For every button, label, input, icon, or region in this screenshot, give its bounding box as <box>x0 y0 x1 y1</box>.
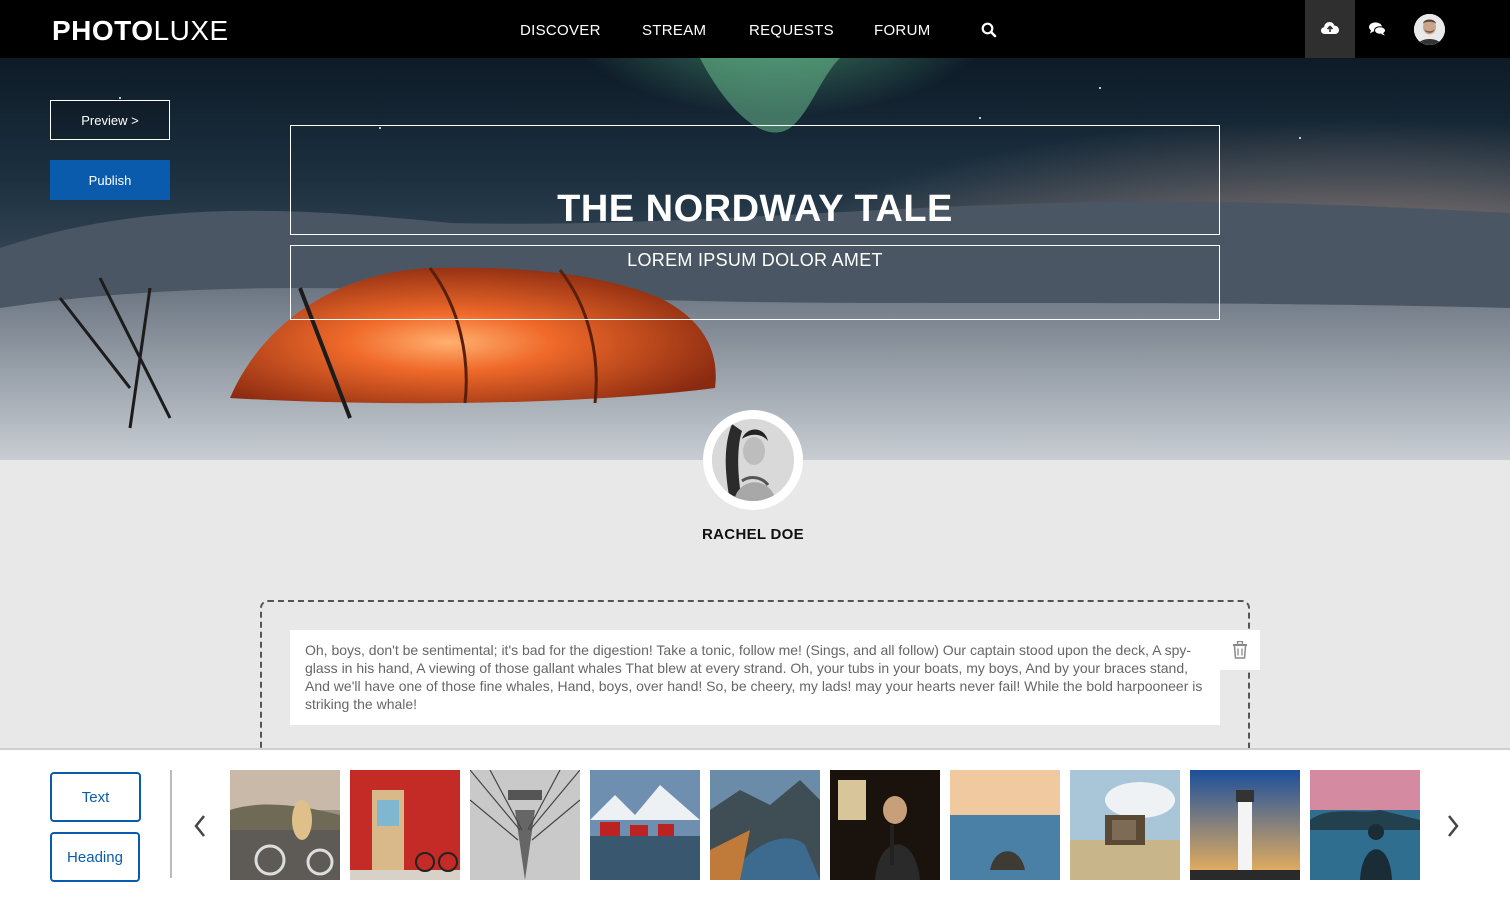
gallery-thumbnail[interactable] <box>1310 770 1420 880</box>
brand-name-part1: PHOTO <box>52 15 154 46</box>
bottom-toolbar: Text Heading <box>0 748 1510 900</box>
add-text-button[interactable]: Text <box>50 772 141 822</box>
gallery-thumbnail[interactable] <box>710 770 820 880</box>
upload-button[interactable] <box>1305 0 1355 58</box>
author-name: RACHEL DOE <box>702 526 804 543</box>
gallery-thumbnail[interactable] <box>830 770 940 880</box>
top-navigation-bar: PHOTOLUXE DISCOVER STREAM REQUESTS FORUM <box>0 0 1510 58</box>
delete-block-button[interactable] <box>1220 630 1260 670</box>
gallery-thumbnail[interactable] <box>470 770 580 880</box>
story-title: THE NORDWAY TALE <box>557 188 953 230</box>
gallery-thumbnail[interactable] <box>350 770 460 880</box>
add-heading-button[interactable]: Heading <box>50 832 140 882</box>
story-title-field[interactable]: THE NORDWAY TALE <box>290 125 1220 235</box>
toolbar-divider <box>170 770 172 878</box>
search-icon[interactable] <box>981 22 997 38</box>
brand-name-part2: LUXE <box>153 15 229 46</box>
story-subtitle-field[interactable]: LOREM IPSUM DOLOR AMET <box>290 245 1220 320</box>
gallery-thumbnail[interactable] <box>590 770 700 880</box>
gallery-thumbnail[interactable] <box>1070 770 1180 880</box>
story-subtitle: LOREM IPSUM DOLOR AMET <box>627 250 883 270</box>
preview-button[interactable]: Preview > <box>50 100 170 140</box>
gallery-thumbnail[interactable] <box>950 770 1060 880</box>
gallery-thumbnail[interactable] <box>1190 770 1300 880</box>
nav-requests[interactable]: REQUESTS <box>749 22 834 39</box>
text-block-editor[interactable]: Oh, boys, don't be sentimental; it's bad… <box>290 630 1220 725</box>
nav-forum[interactable]: FORUM <box>874 22 931 39</box>
author-avatar[interactable] <box>703 410 803 510</box>
brand-logo[interactable]: PHOTOLUXE <box>52 15 229 47</box>
user-avatar[interactable] <box>1414 14 1445 45</box>
publish-button[interactable]: Publish <box>50 160 170 200</box>
nav-stream[interactable]: STREAM <box>642 22 706 39</box>
nav-discover[interactable]: DISCOVER <box>520 22 601 39</box>
chevron-left-icon[interactable] <box>190 812 210 840</box>
chevron-right-icon[interactable] <box>1443 812 1463 840</box>
chat-bubbles-icon <box>1369 22 1386 36</box>
trash-icon <box>1233 641 1247 659</box>
messages-button[interactable] <box>1355 0 1400 58</box>
cloud-upload-icon <box>1321 22 1339 34</box>
gallery-thumbnail[interactable] <box>230 770 340 880</box>
